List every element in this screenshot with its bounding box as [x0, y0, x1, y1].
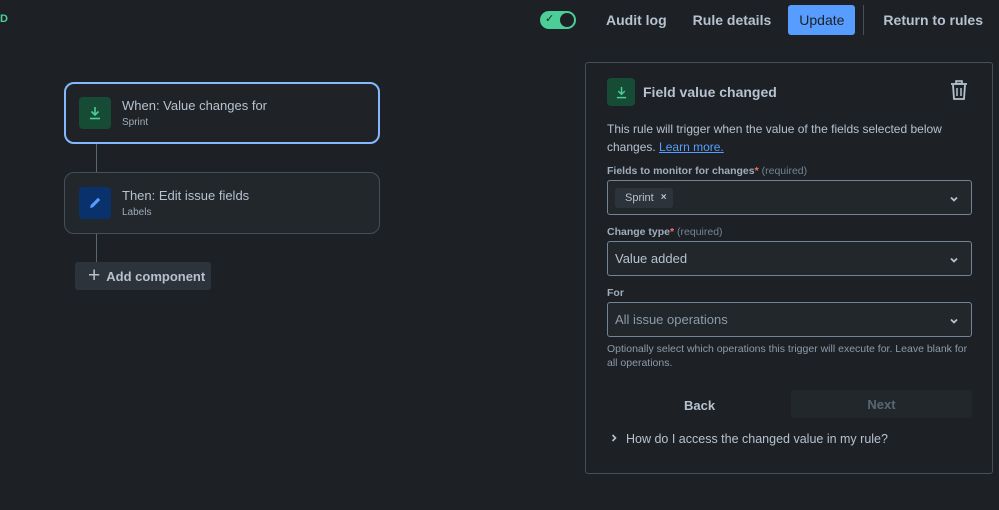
change-type-label: Change type* (required) — [607, 226, 723, 238]
required-star: * — [670, 226, 675, 238]
chevron-down-icon — [949, 253, 959, 268]
audit-log-button[interactable]: Audit log — [597, 6, 676, 34]
update-button[interactable]: Update — [788, 5, 856, 35]
rule-details-button[interactable]: Rule details — [684, 6, 781, 34]
next-button[interactable]: Next — [791, 390, 972, 418]
trigger-node[interactable]: When: Value changes for Sprint — [64, 82, 380, 144]
top-bar: ✓ Audit log Rule details Update Return t… — [540, 5, 999, 35]
pencil-icon — [79, 187, 111, 219]
flow-connector — [96, 234, 97, 262]
plus-icon: + — [88, 263, 101, 287]
fields-select[interactable]: Sprint × — [607, 180, 972, 215]
for-helper-text: Optionally select which operations this … — [607, 343, 968, 369]
trigger-config-panel: Field value changed This rule will trigg… — [585, 62, 993, 474]
for-select[interactable]: All issue operations — [607, 302, 972, 337]
change-type-select[interactable]: Value added — [607, 241, 972, 276]
required-text: (required) — [761, 165, 808, 177]
download-icon — [79, 97, 111, 129]
rule-enabled-toggle[interactable]: ✓ — [540, 11, 577, 29]
chevron-right-icon — [610, 432, 618, 446]
trigger-subtitle: Sprint — [122, 117, 149, 128]
back-button[interactable]: Back — [684, 398, 715, 413]
chevron-down-icon — [949, 314, 959, 329]
toggle-knob — [560, 13, 575, 27]
corner-tag: D — [0, 13, 8, 25]
required-text: (required) — [677, 226, 723, 238]
faq-text: How do I access the changed value in my … — [626, 432, 888, 446]
action-title: Then: Edit issue fields — [122, 188, 250, 203]
change-type-label-text: Change type — [607, 226, 671, 238]
for-placeholder: All issue operations — [615, 312, 728, 327]
panel-description: This rule will trigger when the value of… — [607, 120, 967, 156]
for-label-text: For — [607, 287, 624, 299]
learn-more-link[interactable]: Learn more. — [659, 140, 724, 154]
fields-label-text: Fields to monitor for changes — [607, 165, 755, 177]
change-type-value: Value added — [615, 251, 688, 266]
trash-icon[interactable] — [950, 80, 968, 105]
description-text: This rule will trigger when the value of… — [607, 122, 942, 154]
field-chip: Sprint × — [615, 187, 673, 208]
download-icon — [607, 78, 635, 106]
chevron-down-icon — [949, 192, 959, 207]
check-icon: ✓ — [545, 13, 555, 25]
add-component-label: Add component — [106, 268, 206, 284]
toolbar-divider — [863, 5, 865, 35]
action-subtitle: Labels — [122, 207, 152, 218]
faq-expander[interactable]: How do I access the changed value in my … — [610, 432, 888, 446]
panel-title: Field value changed — [643, 84, 777, 100]
flow-connector — [96, 144, 97, 172]
fields-label: Fields to monitor for changes* (required… — [607, 165, 807, 177]
chip-label: Sprint — [625, 191, 654, 204]
for-label: For — [607, 287, 624, 299]
required-star: * — [754, 165, 759, 177]
chip-remove-icon[interactable]: × — [661, 192, 667, 203]
return-to-rules-button[interactable]: Return to rules — [874, 6, 992, 34]
trigger-title: When: Value changes for — [122, 98, 268, 113]
add-component-button[interactable]: + Add component — [75, 262, 211, 290]
action-node[interactable]: Then: Edit issue fields Labels — [64, 172, 380, 234]
